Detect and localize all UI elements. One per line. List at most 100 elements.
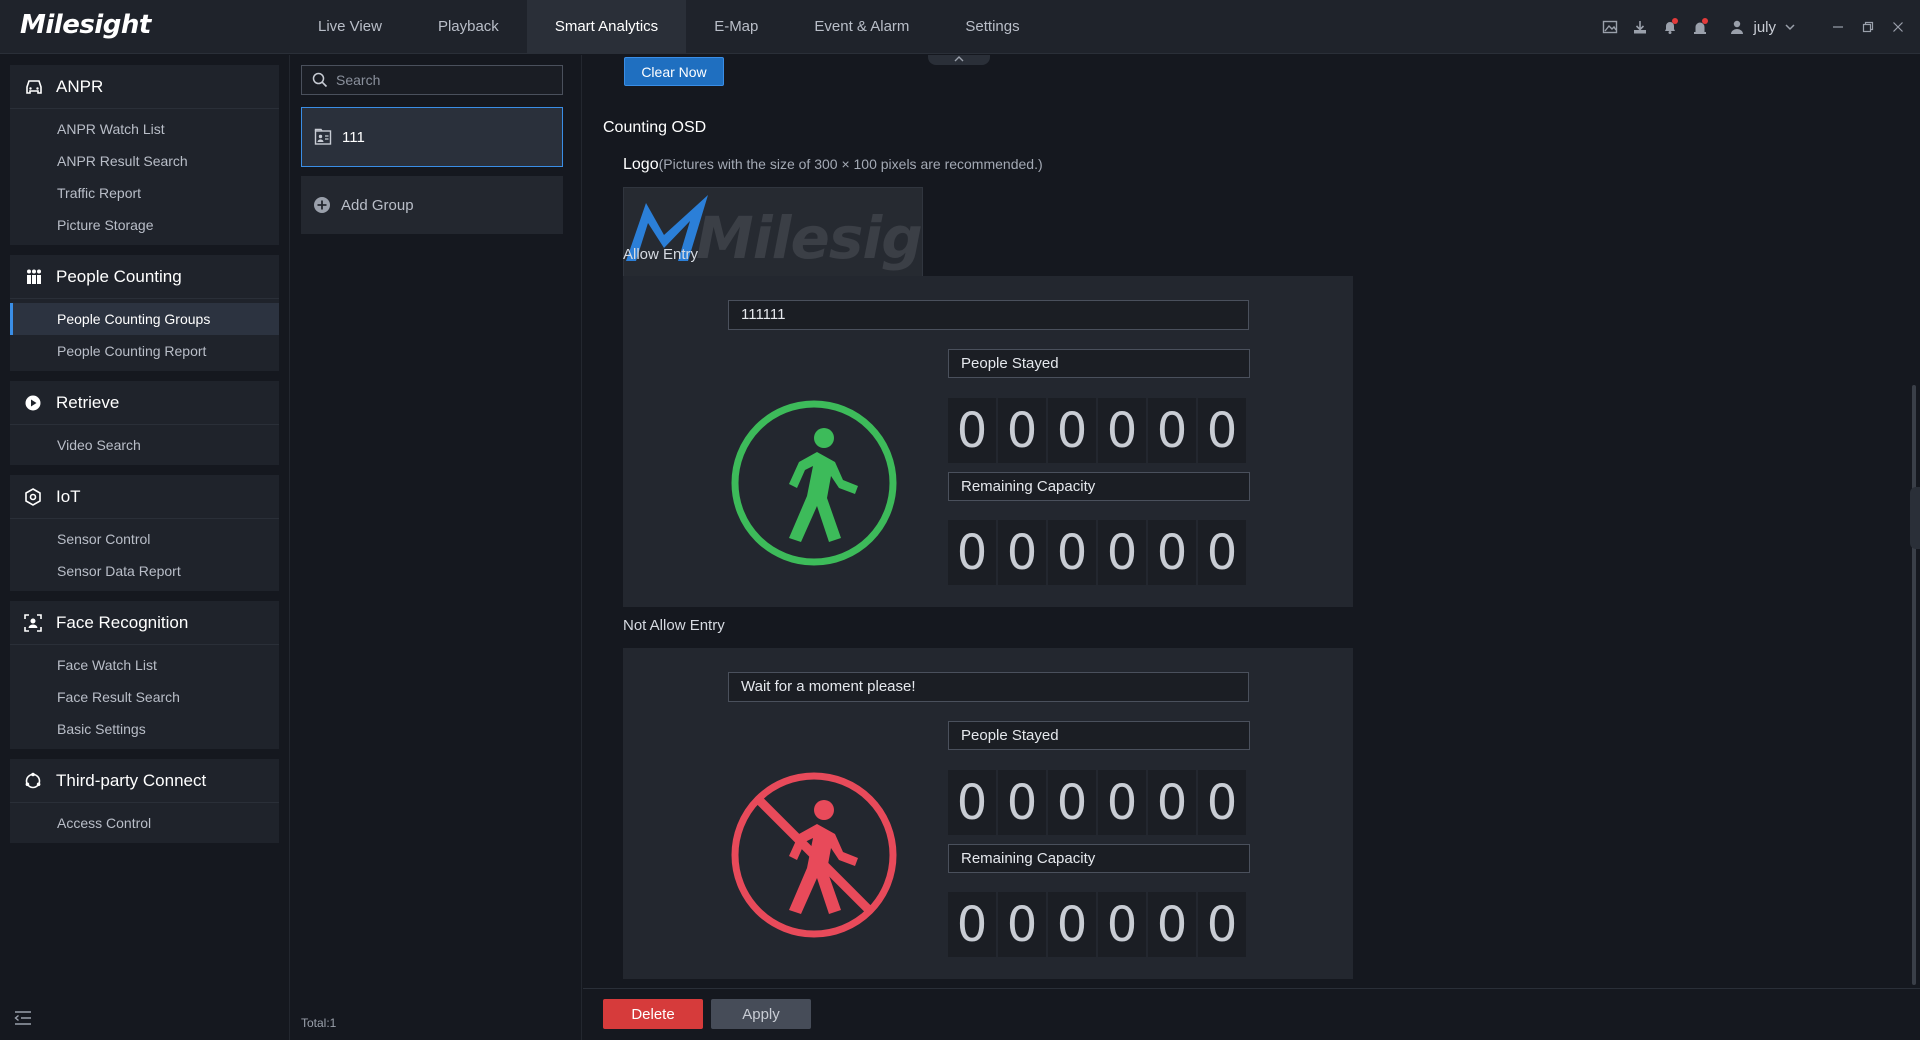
header-tools: july (1595, 0, 1920, 54)
group-name: 111 (342, 128, 365, 146)
alarm-icon[interactable] (1685, 0, 1715, 54)
tab-e-map[interactable]: E-Map (686, 0, 786, 54)
group-list-panel: 111 Add Group Total:1 (291, 55, 582, 1040)
sidebar-section-title: Retrieve (56, 392, 120, 412)
close-icon[interactable] (1886, 0, 1910, 54)
sidebar-item-anpr-watch-list[interactable]: ANPR Watch List (10, 113, 279, 145)
user-menu[interactable]: july (1729, 19, 1796, 36)
notification-bell-icon[interactable] (1655, 0, 1685, 54)
no-entry-person-icon (731, 772, 897, 938)
brand-logo: Milesight (20, 10, 151, 40)
sidebar-section-header[interactable]: Retrieve (10, 381, 279, 425)
people-stayed-counter: 0 0 0 0 0 0 (948, 770, 1246, 835)
not-allow-entry-panel: Wait for a moment please! People Stayed … (623, 648, 1353, 979)
minimize-icon[interactable] (1826, 0, 1850, 54)
people-stayed-counter: 0 0 0 0 0 0 (948, 398, 1246, 463)
section-title: Counting OSD (603, 119, 707, 136)
user-icon (1731, 20, 1744, 34)
sidebar-section-title: Third-party Connect (56, 770, 207, 790)
sidebar-section-header[interactable]: ANPR (10, 65, 279, 109)
sidebar-section-face-recognition: Face Recognition Face Watch List Face Re… (10, 601, 279, 749)
allow-entry-label: Allow Entry (623, 246, 699, 263)
sidebar-item-sensor-data-report[interactable]: Sensor Data Report (10, 555, 279, 587)
collapse-menu-icon[interactable] (14, 1010, 32, 1026)
sidebar-section-header[interactable]: Face Recognition (10, 601, 279, 645)
logo-label: Logo (623, 156, 659, 173)
action-bar: Delete Apply (583, 988, 1920, 1040)
allow-entry-panel: 111111 People Stayed 0 0 0 0 0 0 Remaini… (623, 276, 1353, 607)
sidebar-item-basic-settings[interactable]: Basic Settings (10, 713, 279, 745)
group-item[interactable]: 111 (301, 107, 563, 167)
sidebar-section-iot: IoT Sensor Control Sensor Data Report (10, 475, 279, 591)
tab-smart-analytics[interactable]: Smart Analytics (526, 0, 687, 54)
settings-scroll-area: Clear Now Counting OSD Logo(Pictures wit… (583, 55, 1903, 988)
logo-field-label: Logo(Pictures with the size of 300 × 100… (623, 156, 1043, 174)
download-icon[interactable] (1625, 0, 1655, 54)
remaining-capacity-input[interactable]: Remaining Capacity (948, 472, 1250, 501)
counter-digit: 0 (1148, 520, 1196, 585)
logo-upload[interactable]: Milesight (623, 187, 923, 287)
counter-digit: 0 (1198, 398, 1246, 463)
sidebar-item-access-control[interactable]: Access Control (10, 807, 279, 839)
connect-icon (25, 772, 41, 788)
sidebar-section-people-counting: People Counting People Counting Groups P… (10, 255, 279, 371)
counter-digit: 0 (1048, 520, 1096, 585)
counter-digit: 0 (1048, 892, 1096, 957)
iot-icon (25, 487, 41, 506)
counter-digit: 0 (998, 892, 1046, 957)
tab-live-view[interactable]: Live View (290, 0, 410, 54)
sidebar-item-traffic-report[interactable]: Traffic Report (10, 177, 279, 209)
window-controls (1826, 0, 1910, 54)
counter-digit: 0 (948, 398, 996, 463)
sidebar-item-anpr-result-search[interactable]: ANPR Result Search (10, 145, 279, 177)
counter-digit: 0 (1098, 770, 1146, 835)
expand-side-panel-handle[interactable] (1910, 487, 1920, 549)
sidebar-item-face-result-search[interactable]: Face Result Search (10, 681, 279, 713)
not-allow-entry-label: Not Allow Entry (623, 617, 725, 634)
sidebar-section-anpr: ANPR ANPR Watch List ANPR Result Search … (10, 65, 279, 245)
group-folder-icon (314, 128, 332, 145)
counter-digit: 0 (948, 770, 996, 835)
remaining-capacity-input[interactable]: Remaining Capacity (948, 844, 1250, 873)
sidebar-section-retrieve: Retrieve Video Search (10, 381, 279, 465)
sidebar-section-title: IoT (56, 486, 81, 506)
restore-icon[interactable] (1856, 0, 1880, 54)
car-icon (26, 79, 42, 94)
sidebar-section-header[interactable]: IoT (10, 475, 279, 519)
counter-digit: 0 (1198, 770, 1246, 835)
counter-digit: 0 (998, 398, 1046, 463)
sidebar-item-video-search[interactable]: Video Search (10, 429, 279, 461)
sidebar-section-header[interactable]: People Counting (10, 255, 279, 299)
people-stayed-input[interactable]: People Stayed (948, 721, 1250, 750)
people-stayed-input[interactable]: People Stayed (948, 349, 1250, 378)
counter-digit: 0 (1098, 520, 1146, 585)
sidebar-section-title: Face Recognition (56, 612, 189, 632)
sidebar-item-sensor-control[interactable]: Sensor Control (10, 523, 279, 555)
counter-digit: 0 (1048, 770, 1096, 835)
main-nav: Live View Playback Smart Analytics E-Map… (290, 0, 1048, 54)
add-group-label: Add Group (341, 196, 414, 214)
tab-event-alarm[interactable]: Event & Alarm (786, 0, 937, 54)
snapshot-icon[interactable] (1595, 0, 1625, 54)
counter-digit: 0 (1148, 892, 1196, 957)
sidebar-item-face-watch-list[interactable]: Face Watch List (10, 649, 279, 681)
logo-image-text: Milesight (696, 204, 922, 272)
sidebar-item-picture-storage[interactable]: Picture Storage (10, 209, 279, 241)
tab-settings[interactable]: Settings (937, 0, 1047, 54)
search-input[interactable] (336, 72, 536, 88)
allow-entry-message-input[interactable]: 111111 (728, 300, 1249, 330)
delete-button[interactable]: Delete (603, 999, 703, 1029)
add-circle-icon (314, 197, 330, 213)
clear-now-button[interactable]: Clear Now (624, 57, 724, 86)
scrollbar[interactable] (1912, 385, 1916, 985)
sidebar-section-header[interactable]: Third-party Connect (10, 759, 279, 803)
sidebar-section-third-party-connect: Third-party Connect Access Control (10, 759, 279, 843)
add-group-button[interactable]: Add Group (301, 176, 563, 234)
sidebar-item-people-counting-report[interactable]: People Counting Report (10, 335, 279, 367)
collapse-panel-handle[interactable] (928, 55, 990, 65)
tab-playback[interactable]: Playback (410, 0, 527, 54)
not-allow-entry-message-input[interactable]: Wait for a moment please! (728, 672, 1249, 702)
apply-button[interactable]: Apply (711, 999, 811, 1029)
sidebar-item-people-counting-groups[interactable]: People Counting Groups (10, 303, 279, 335)
counter-digit: 0 (1098, 398, 1146, 463)
